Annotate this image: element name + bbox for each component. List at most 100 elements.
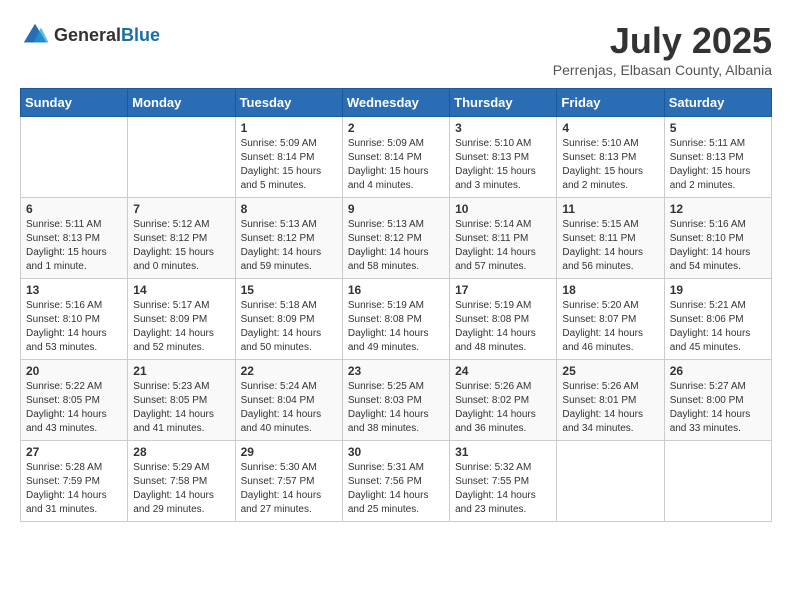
day-number: 13 bbox=[26, 283, 122, 297]
day-info: Sunrise: 5:18 AM Sunset: 8:09 PM Dayligh… bbox=[241, 299, 337, 355]
day-cell: 26Sunrise: 5:27 AM Sunset: 8:00 PM Dayli… bbox=[664, 360, 771, 441]
day-info: Sunrise: 5:15 AM Sunset: 8:11 PM Dayligh… bbox=[562, 218, 658, 274]
day-cell: 14Sunrise: 5:17 AM Sunset: 8:09 PM Dayli… bbox=[128, 279, 235, 360]
day-cell: 13 Sunrise: 5:16 AM Sunset: 8:10 PM Dayli… bbox=[21, 279, 128, 360]
day-info: Sunrise: 5:30 AM Sunset: 7:57 PM Dayligh… bbox=[241, 461, 337, 517]
day-number: 30 bbox=[348, 445, 444, 459]
day-number: 4 bbox=[562, 121, 658, 135]
weekday-header-friday: Friday bbox=[557, 89, 664, 117]
day-cell: 11 Sunrise: 5:15 AM Sunset: 8:11 PM Dayli… bbox=[557, 198, 664, 279]
day-number: 27 bbox=[26, 445, 122, 459]
day-info: Sunrise: 5:25 AM Sunset: 8:03 PM Dayligh… bbox=[348, 380, 444, 436]
day-number: 23 bbox=[348, 364, 444, 378]
day-cell: 25 Sunrise: 5:26 AM Sunset: 8:01 PM Dayli… bbox=[557, 360, 664, 441]
day-info: Sunrise: 5:26 AM Sunset: 8:02 PM Dayligh… bbox=[455, 380, 551, 436]
day-number: 5 bbox=[670, 121, 766, 135]
day-cell: 20 Sunrise: 5:22 AM Sunset: 8:05 PM Dayli… bbox=[21, 360, 128, 441]
day-number: 25 bbox=[562, 364, 658, 378]
day-cell: 29 Sunrise: 5:30 AM Sunset: 7:57 PM Dayli… bbox=[235, 441, 342, 522]
day-info: Sunrise: 5:32 AM Sunset: 7:55 PM Dayligh… bbox=[455, 461, 551, 517]
day-number: 31 bbox=[455, 445, 551, 459]
day-cell: 12 Sunrise: 5:16 AM Sunset: 8:10 PM Dayli… bbox=[664, 198, 771, 279]
logo: GeneralBlue bbox=[20, 20, 160, 50]
day-info: Sunrise: 5:29 AM Sunset: 7:58 PM Dayligh… bbox=[133, 461, 229, 517]
day-info: Sunrise: 5:28 AM Sunset: 7:59 PM Dayligh… bbox=[26, 461, 122, 517]
day-number: 24 bbox=[455, 364, 551, 378]
day-info: Sunrise: 5:13 AM Sunset: 8:12 PM Dayligh… bbox=[348, 218, 444, 274]
week-row-5: 27 Sunrise: 5:28 AM Sunset: 7:59 PM Dayli… bbox=[21, 441, 772, 522]
day-number: 26 bbox=[670, 364, 766, 378]
weekday-header-thursday: Thursday bbox=[450, 89, 557, 117]
day-cell: 28Sunrise: 5:29 AM Sunset: 7:58 PM Dayli… bbox=[128, 441, 235, 522]
day-number: 3 bbox=[455, 121, 551, 135]
day-cell: 2Sunrise: 5:09 AM Sunset: 8:14 PM Daylig… bbox=[342, 117, 449, 198]
location-title: Perrenjas, Elbasan County, Albania bbox=[553, 62, 772, 78]
day-cell: 21 Sunrise: 5:23 AM Sunset: 8:05 PM Dayli… bbox=[128, 360, 235, 441]
day-info: Sunrise: 5:22 AM Sunset: 8:05 PM Dayligh… bbox=[26, 380, 122, 436]
day-cell: 10 Sunrise: 5:14 AM Sunset: 8:11 PM Dayli… bbox=[450, 198, 557, 279]
day-number: 10 bbox=[455, 202, 551, 216]
day-number: 1 bbox=[241, 121, 337, 135]
week-row-2: 6 Sunrise: 5:11 AM Sunset: 8:13 PM Daylig… bbox=[21, 198, 772, 279]
day-cell: 1 Sunrise: 5:09 AM Sunset: 8:14 PM Daylig… bbox=[235, 117, 342, 198]
day-info: Sunrise: 5:16 AM Sunset: 8:10 PM Dayligh… bbox=[670, 218, 766, 274]
day-number: 9 bbox=[348, 202, 444, 216]
day-number: 6 bbox=[26, 202, 122, 216]
day-number: 8 bbox=[241, 202, 337, 216]
day-cell: 27 Sunrise: 5:28 AM Sunset: 7:59 PM Dayli… bbox=[21, 441, 128, 522]
day-cell bbox=[128, 117, 235, 198]
day-number: 17 bbox=[455, 283, 551, 297]
day-number: 19 bbox=[670, 283, 766, 297]
weekday-header-sunday: Sunday bbox=[21, 89, 128, 117]
day-cell: 16 Sunrise: 5:19 AM Sunset: 8:08 PM Dayli… bbox=[342, 279, 449, 360]
weekday-header-row: SundayMondayTuesdayWednesdayThursdayFrid… bbox=[21, 89, 772, 117]
day-cell: 23 Sunrise: 5:25 AM Sunset: 8:03 PM Dayli… bbox=[342, 360, 449, 441]
day-number: 2 bbox=[348, 121, 444, 135]
day-info: Sunrise: 5:23 AM Sunset: 8:05 PM Dayligh… bbox=[133, 380, 229, 436]
day-info: Sunrise: 5:19 AM Sunset: 8:08 PM Dayligh… bbox=[348, 299, 444, 355]
weekday-header-wednesday: Wednesday bbox=[342, 89, 449, 117]
day-info: Sunrise: 5:19 AM Sunset: 8:08 PM Dayligh… bbox=[455, 299, 551, 355]
day-info: Sunrise: 5:14 AM Sunset: 8:11 PM Dayligh… bbox=[455, 218, 551, 274]
day-cell bbox=[664, 441, 771, 522]
day-cell: 9 Sunrise: 5:13 AM Sunset: 8:12 PM Daylig… bbox=[342, 198, 449, 279]
day-number: 16 bbox=[348, 283, 444, 297]
day-number: 12 bbox=[670, 202, 766, 216]
day-cell: 15Sunrise: 5:18 AM Sunset: 8:09 PM Dayli… bbox=[235, 279, 342, 360]
day-cell: 30 Sunrise: 5:31 AM Sunset: 7:56 PM Dayli… bbox=[342, 441, 449, 522]
logo-icon bbox=[20, 20, 50, 50]
day-info: Sunrise: 5:13 AM Sunset: 8:12 PM Dayligh… bbox=[241, 218, 337, 274]
day-number: 21 bbox=[133, 364, 229, 378]
day-cell: 5Sunrise: 5:11 AM Sunset: 8:13 PM Daylig… bbox=[664, 117, 771, 198]
day-info: Sunrise: 5:21 AM Sunset: 8:06 PM Dayligh… bbox=[670, 299, 766, 355]
day-info: Sunrise: 5:10 AM Sunset: 8:13 PM Dayligh… bbox=[562, 137, 658, 193]
weekday-header-saturday: Saturday bbox=[664, 89, 771, 117]
day-info: Sunrise: 5:16 AM Sunset: 8:10 PM Dayligh… bbox=[26, 299, 122, 355]
week-row-3: 13 Sunrise: 5:16 AM Sunset: 8:10 PM Dayli… bbox=[21, 279, 772, 360]
month-title: July 2025 bbox=[553, 20, 772, 62]
day-info: Sunrise: 5:10 AM Sunset: 8:13 PM Dayligh… bbox=[455, 137, 551, 193]
day-info: Sunrise: 5:09 AM Sunset: 8:14 PM Dayligh… bbox=[241, 137, 337, 193]
day-number: 14 bbox=[133, 283, 229, 297]
day-number: 29 bbox=[241, 445, 337, 459]
day-number: 22 bbox=[241, 364, 337, 378]
week-row-1: 1 Sunrise: 5:09 AM Sunset: 8:14 PM Daylig… bbox=[21, 117, 772, 198]
day-number: 20 bbox=[26, 364, 122, 378]
weekday-header-monday: Monday bbox=[128, 89, 235, 117]
day-info: Sunrise: 5:31 AM Sunset: 7:56 PM Dayligh… bbox=[348, 461, 444, 517]
page-header: GeneralBlue July 2025 Perrenjas, Elbasan… bbox=[20, 20, 772, 78]
day-cell: 22 Sunrise: 5:24 AM Sunset: 8:04 PM Dayli… bbox=[235, 360, 342, 441]
day-cell: 17 Sunrise: 5:19 AM Sunset: 8:08 PM Dayli… bbox=[450, 279, 557, 360]
day-number: 11 bbox=[562, 202, 658, 216]
day-cell bbox=[21, 117, 128, 198]
day-info: Sunrise: 5:24 AM Sunset: 8:04 PM Dayligh… bbox=[241, 380, 337, 436]
day-cell: 4 Sunrise: 5:10 AM Sunset: 8:13 PM Daylig… bbox=[557, 117, 664, 198]
day-info: Sunrise: 5:11 AM Sunset: 8:13 PM Dayligh… bbox=[26, 218, 122, 274]
day-number: 18 bbox=[562, 283, 658, 297]
day-info: Sunrise: 5:12 AM Sunset: 8:12 PM Dayligh… bbox=[133, 218, 229, 274]
day-cell bbox=[557, 441, 664, 522]
week-row-4: 20 Sunrise: 5:22 AM Sunset: 8:05 PM Dayli… bbox=[21, 360, 772, 441]
day-cell: 7Sunrise: 5:12 AM Sunset: 8:12 PM Daylig… bbox=[128, 198, 235, 279]
day-info: Sunrise: 5:26 AM Sunset: 8:01 PM Dayligh… bbox=[562, 380, 658, 436]
title-block: July 2025 Perrenjas, Elbasan County, Alb… bbox=[553, 20, 772, 78]
